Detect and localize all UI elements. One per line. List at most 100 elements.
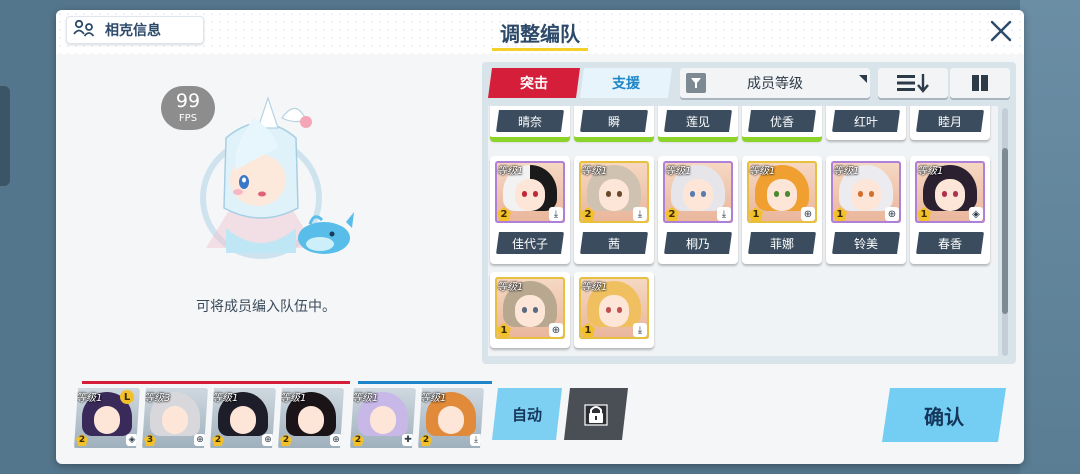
tab-striker[interactable]: 突击 [488,68,580,98]
portrait-eye [606,307,611,313]
portrait-eye [701,191,706,197]
level-text: 等级1 [917,166,944,177]
member-card[interactable]: 优香 [742,106,822,140]
member-card[interactable]: 等级1 1 ⊕ [490,272,570,348]
close-button[interactable] [988,18,1014,44]
portrait-eye [953,191,958,197]
star-badge: 2 [212,434,224,446]
level-text: 等级1 [665,166,692,177]
fps-unit: FPS [178,113,198,124]
level-text: 等级1 [352,393,379,404]
member-card[interactable]: 等级1 1 ⤓ [574,272,654,348]
level-text: 等级1 [497,166,524,177]
portrait-eye [690,191,695,197]
member-list-panel: 突击 支援 成员等级 晴奈 瞬 莲见 优香 红叶 睦月 等级1 2 ⤓ 佳代子 … [482,62,1016,364]
download-icon: ⤓ [633,207,647,221]
member-grid: 晴奈瞬莲见 优香 红叶 睦月 等级1 2 ⤓ 佳代子 等级1 2 ⤓ 茜等级1 2 ⤓ 桐乃 等级1 1 ⊕ 菲娜等… [488,106,998,356]
member-name: 晴奈 [496,110,564,132]
title-underline [492,48,588,51]
member-card[interactable]: 等级1 1 ⊕ 铃美 [826,156,906,264]
crosshair-icon: ⊕ [330,434,342,446]
member-name: 茜 [580,232,648,254]
filter-funnel-icon [686,73,706,97]
striker-slot[interactable]: 等级1 2 ⊕ [278,388,344,448]
member-card[interactable]: 瞬 [574,106,654,140]
portrait-eye [617,191,622,197]
sort-direction-button[interactable] [878,68,948,98]
portrait-face [515,179,545,211]
portrait-eye [617,307,622,313]
member-name: 红叶 [832,110,900,132]
member-name: 优香 [748,110,816,132]
crosshair-icon: ⊕ [194,434,206,446]
member-card[interactable]: 等级1 2 ⤓ 桐乃 [658,156,738,264]
member-name: 菲娜 [748,232,816,254]
member-name: 佳代子 [496,232,564,254]
striker-slot[interactable]: 等级1 2 ⊕ [210,388,276,448]
member-card[interactable]: 等级1 1 ◈ 春香 [910,156,990,264]
level-text: 等级1 [581,166,608,177]
level-text: 等级1 [497,282,524,293]
portrait-eye [606,191,611,197]
portrait-face [162,406,188,434]
special-slot[interactable]: 等级1 2 ⤓ [418,388,484,448]
member-portrait: 等级1 2 ⤓ [495,161,565,223]
level-text: 等级1 [833,166,860,177]
striker-slot[interactable]: 等级3 3 ⊕ [142,388,208,448]
dialog-header: 相克信息 调整编队 [56,10,1024,54]
page-title: 调整编队 [500,22,580,46]
view-toggle-button[interactable] [950,68,1010,98]
member-card[interactable]: 等级1 2 ⤓ 佳代子 [490,156,570,264]
special-group-line [358,381,492,384]
crosshair-icon: ⊕ [885,207,899,221]
portrait-eye [522,307,527,313]
member-card[interactable]: 等级1 1 ⊕ 菲娜 [742,156,822,264]
member-portrait: 等级1 1 ⊕ [747,161,817,223]
portrait-face [94,406,120,434]
sort-select[interactable]: 成员等级 [680,68,870,98]
member-portrait: 等级1 1 ⤓ [579,277,649,339]
auto-button[interactable]: 自动 [492,388,562,440]
level-text: 等级1 [280,393,307,404]
tab-special[interactable]: 支援 [580,68,672,98]
portrait-eye [869,191,874,197]
member-card[interactable]: 睦月 [910,106,990,140]
striker-slot[interactable]: 等级1 2 ◈ L [74,388,140,448]
shield-icon: ◈ [969,207,983,221]
portrait-eye [533,191,538,197]
preset-button[interactable] [564,388,628,440]
hint-text: 可将成员编入队伍中。 [196,299,336,315]
counter-info-label: 相克信息 [105,23,161,39]
confirm-button[interactable]: 确认 [882,388,1006,442]
star-badge: 2 [76,434,88,446]
crosshair-icon: ⊕ [801,207,815,221]
left-panel: 99 FPS 可将成员编入队伍中。 [56,54,476,374]
special-slot[interactable]: 等级1 2 ✚ [350,388,416,448]
member-card[interactable]: 等级1 2 ⤓ 茜 [574,156,654,264]
team-bar: 自动 确认 等级1 2 ◈ L 等级3 3 ⊕ 等级1 2 ⊕ 等级1 2 ⊕ 等级1 2 ✚ 等级1 2 ⤓ [56,378,1024,464]
member-name: 莲见 [664,110,732,132]
lock-icon [581,399,611,429]
grid-view-icon [972,75,988,91]
member-name: 瞬 [580,110,648,132]
portrait-eye [533,307,538,313]
portrait-face [683,179,713,211]
member-name: 铃美 [832,232,900,254]
crosshair-icon: ⊕ [549,323,563,337]
portrait-face [515,295,545,327]
portrait-face [599,179,629,211]
member-card[interactable]: 莲见 [658,106,738,140]
portrait-face [230,406,256,434]
scrollbar[interactable] [1002,108,1008,356]
background-side-tab [0,86,10,186]
counter-info-button[interactable]: 相克信息 [66,16,204,44]
member-card[interactable]: 红叶 [826,106,906,140]
download-icon: ⤓ [549,207,563,221]
crosshair-icon: ⊕ [262,434,274,446]
portrait-face [298,406,324,434]
member-name: 睦月 [916,110,984,132]
member-card[interactable]: 晴奈 [490,106,570,140]
star-badge: 2 [280,434,292,446]
level-text: 等级3 [144,393,171,404]
scrollbar-thumb[interactable] [1002,148,1008,314]
